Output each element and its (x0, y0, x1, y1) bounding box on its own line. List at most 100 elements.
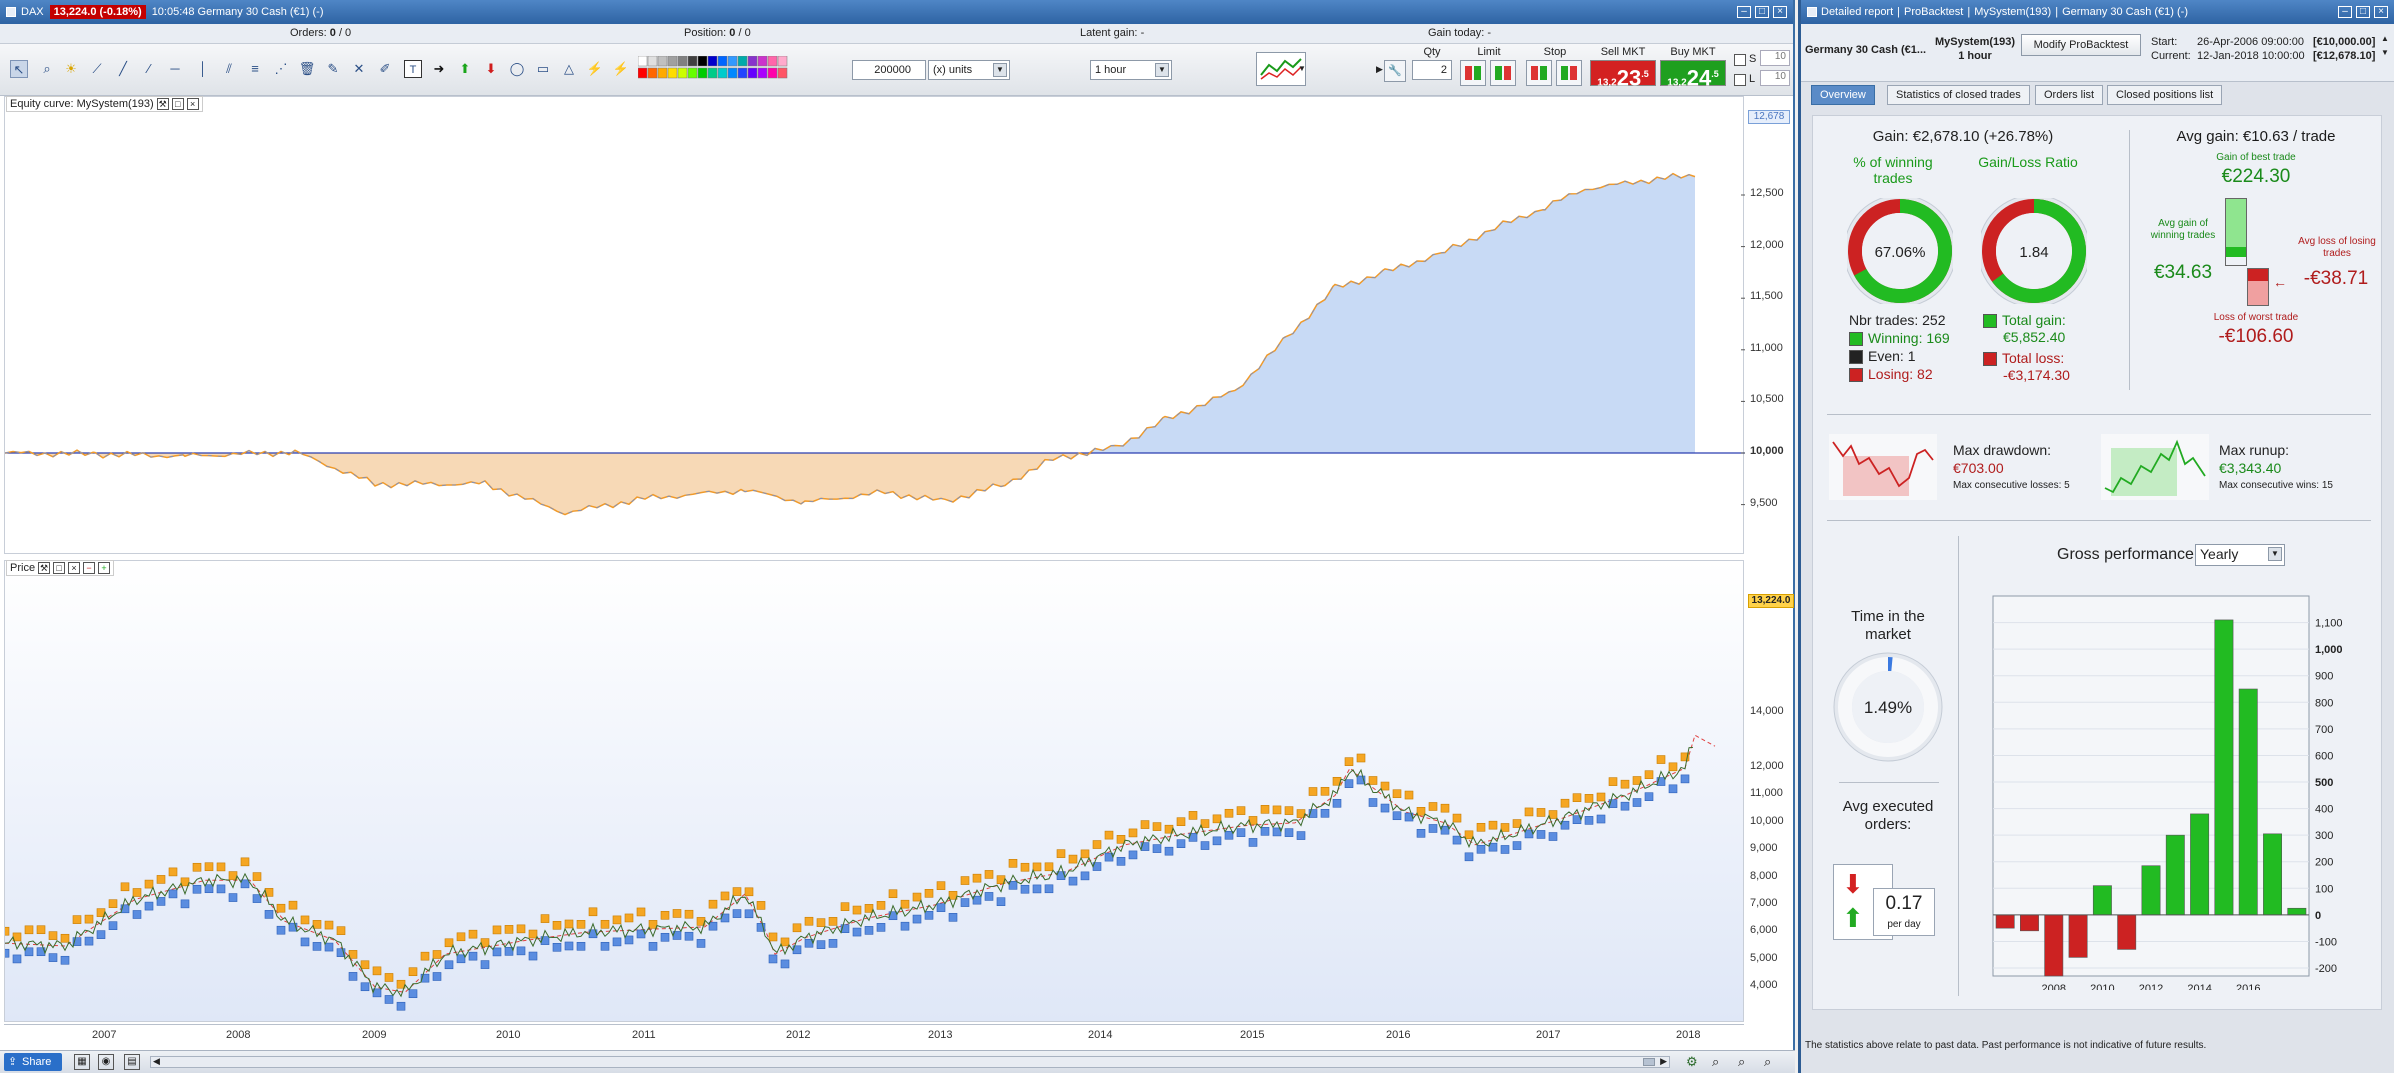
eraser-icon[interactable]: ✎ (324, 60, 342, 78)
arrow-down-icon[interactable]: ⬇ (482, 60, 500, 78)
triangle-icon[interactable]: △ (560, 60, 578, 78)
chevron-down-icon[interactable]: ▼ (2268, 547, 2282, 561)
qty-input[interactable]: 2 (1412, 60, 1452, 80)
trendline-icon[interactable]: ⁄ (140, 60, 158, 78)
zoom-out-icon[interactable]: ⌕ (1738, 1054, 1745, 1070)
stop-buy-button[interactable] (1556, 60, 1582, 86)
palette-swatch[interactable] (697, 67, 708, 79)
l-value-input[interactable]: 10 (1760, 70, 1790, 86)
share-button[interactable]: ⇪ Share (4, 1053, 62, 1071)
palette-swatch[interactable] (647, 67, 658, 79)
scroll-left-icon[interactable]: ◀ (153, 1056, 160, 1067)
tab-statistics-closed-trades[interactable]: Statistics of closed trades (1887, 85, 2030, 105)
grid-icon[interactable]: ▦ (74, 1054, 90, 1070)
scroll-down-icon[interactable]: ▼ (2381, 48, 2391, 60)
palette-swatch[interactable] (657, 55, 668, 67)
palette-swatch[interactable] (777, 67, 788, 79)
palette-swatch[interactable] (757, 55, 768, 67)
zoom-in-icon[interactable]: ⌕ (1764, 1054, 1771, 1070)
timeframe-select[interactable]: 1 hour ▼ (1090, 60, 1172, 80)
restore-icon[interactable]: □ (1755, 6, 1769, 18)
ellipse-icon[interactable]: ◯ (508, 60, 526, 78)
zoom-icon[interactable]: ⌕ (38, 60, 56, 78)
palette-swatch[interactable] (687, 55, 698, 67)
palette-swatch[interactable] (707, 67, 718, 79)
palette-swatch[interactable] (717, 55, 728, 67)
units-input[interactable]: 200000 (852, 60, 926, 80)
palette-swatch[interactable] (707, 55, 718, 67)
palette-swatch[interactable] (677, 67, 688, 79)
close-icon[interactable]: × (2374, 6, 2388, 18)
buy-price[interactable]: 13,224.5 (1660, 60, 1726, 90)
plus-icon[interactable]: + (98, 562, 111, 574)
minimize-icon[interactable]: – (1737, 6, 1751, 18)
horizontal-scrollbar[interactable]: ◀ ▶ (150, 1056, 1670, 1068)
palette-swatch[interactable] (667, 67, 678, 79)
table-icon[interactable]: ▤ (124, 1054, 140, 1070)
buy-market-button[interactable]: Buy MKT 13,224.5 (1660, 46, 1726, 90)
wrench-icon[interactable]: 🔧 (1384, 60, 1406, 82)
palette-swatch[interactable] (637, 55, 648, 67)
s-checkbox[interactable] (1734, 54, 1746, 66)
palette-swatch[interactable] (687, 67, 698, 79)
arrow-up-icon[interactable]: ⬆ (456, 60, 474, 78)
palette-swatch[interactable] (697, 55, 708, 67)
close-icon[interactable]: × (68, 562, 81, 574)
color-palette[interactable] (637, 55, 788, 82)
scroll-right-icon[interactable]: ▶ (1660, 1056, 1667, 1067)
l-checkbox[interactable] (1734, 74, 1746, 86)
palette-swatch[interactable] (767, 55, 778, 67)
palette-swatch[interactable] (727, 55, 738, 67)
cross-icon[interactable]: ✕ (350, 60, 368, 78)
trash-icon[interactable]: 🗑 (298, 60, 316, 78)
palette-swatches[interactable] (637, 55, 788, 82)
modify-probacktest-button[interactable]: Modify ProBacktest (2021, 34, 2141, 56)
palette-swatch[interactable] (737, 67, 748, 79)
palette-swatch[interactable] (717, 67, 728, 79)
palette-swatch[interactable] (767, 67, 778, 79)
horizontal-line-icon[interactable]: ─ (166, 60, 184, 78)
palette-swatch[interactable] (737, 55, 748, 67)
fibonacci-icon[interactable]: ≡ (246, 60, 264, 78)
minimize-icon[interactable]: – (2338, 6, 2352, 18)
palette-swatch[interactable] (677, 55, 688, 67)
maximize-icon[interactable]: □ (171, 98, 184, 110)
scroll-up-icon[interactable]: ▲ (2381, 34, 2391, 46)
palette-swatch[interactable] (647, 55, 658, 67)
palette-swatch[interactable] (727, 67, 738, 79)
vertical-line-icon[interactable]: │ (194, 60, 212, 78)
zoom-fit-icon[interactable]: ⌕ (1712, 1054, 1719, 1070)
pointer-icon[interactable]: ↖ (10, 60, 28, 78)
tab-overview[interactable]: Overview (1811, 85, 1875, 105)
sell-price[interactable]: 13,223.5 (1590, 60, 1656, 90)
ruler-icon[interactable]: ⟋ (88, 60, 106, 78)
palette-swatch[interactable] (757, 67, 768, 79)
chevron-down-icon[interactable]: ▼ (993, 63, 1007, 77)
pattern2-icon[interactable]: ⚡ (612, 60, 630, 78)
sell-market-button[interactable]: Sell MKT 13,223.5 (1590, 46, 1656, 90)
chevron-down-icon[interactable]: ▼ (1296, 52, 1308, 86)
limit-sell-button[interactable] (1460, 60, 1486, 86)
line-icon[interactable]: ╱ (114, 60, 132, 78)
units-type-select[interactable]: (x) units ▼ (928, 60, 1010, 80)
tab-orders-list[interactable]: Orders list (2035, 85, 2104, 105)
rectangle-icon[interactable]: ▭ (534, 60, 552, 78)
close-icon[interactable]: × (186, 98, 199, 110)
wrench-icon[interactable]: ⚒ (38, 562, 51, 574)
restore-icon[interactable]: □ (2356, 6, 2370, 18)
s-value-input[interactable]: 10 (1760, 50, 1790, 66)
limit-buy-button[interactable] (1490, 60, 1516, 86)
period-select[interactable]: Yearly ▼ (2195, 544, 2285, 566)
channel-icon[interactable]: ⫽ (220, 60, 238, 78)
palette-swatch[interactable] (777, 55, 788, 67)
palette-swatch[interactable] (747, 67, 758, 79)
pencil-icon[interactable]: ✐ (376, 60, 394, 78)
palette-swatch[interactable] (637, 67, 648, 79)
palette-swatch[interactable] (667, 55, 678, 67)
palette-swatch[interactable] (657, 67, 668, 79)
maximize-icon[interactable]: □ (53, 562, 66, 574)
fan-icon[interactable]: ⋰ (272, 60, 290, 78)
chevron-down-icon[interactable]: ▼ (1155, 63, 1169, 77)
scroll-thumb[interactable] (1643, 1058, 1655, 1066)
wrench-icon[interactable]: ⚒ (156, 98, 169, 110)
